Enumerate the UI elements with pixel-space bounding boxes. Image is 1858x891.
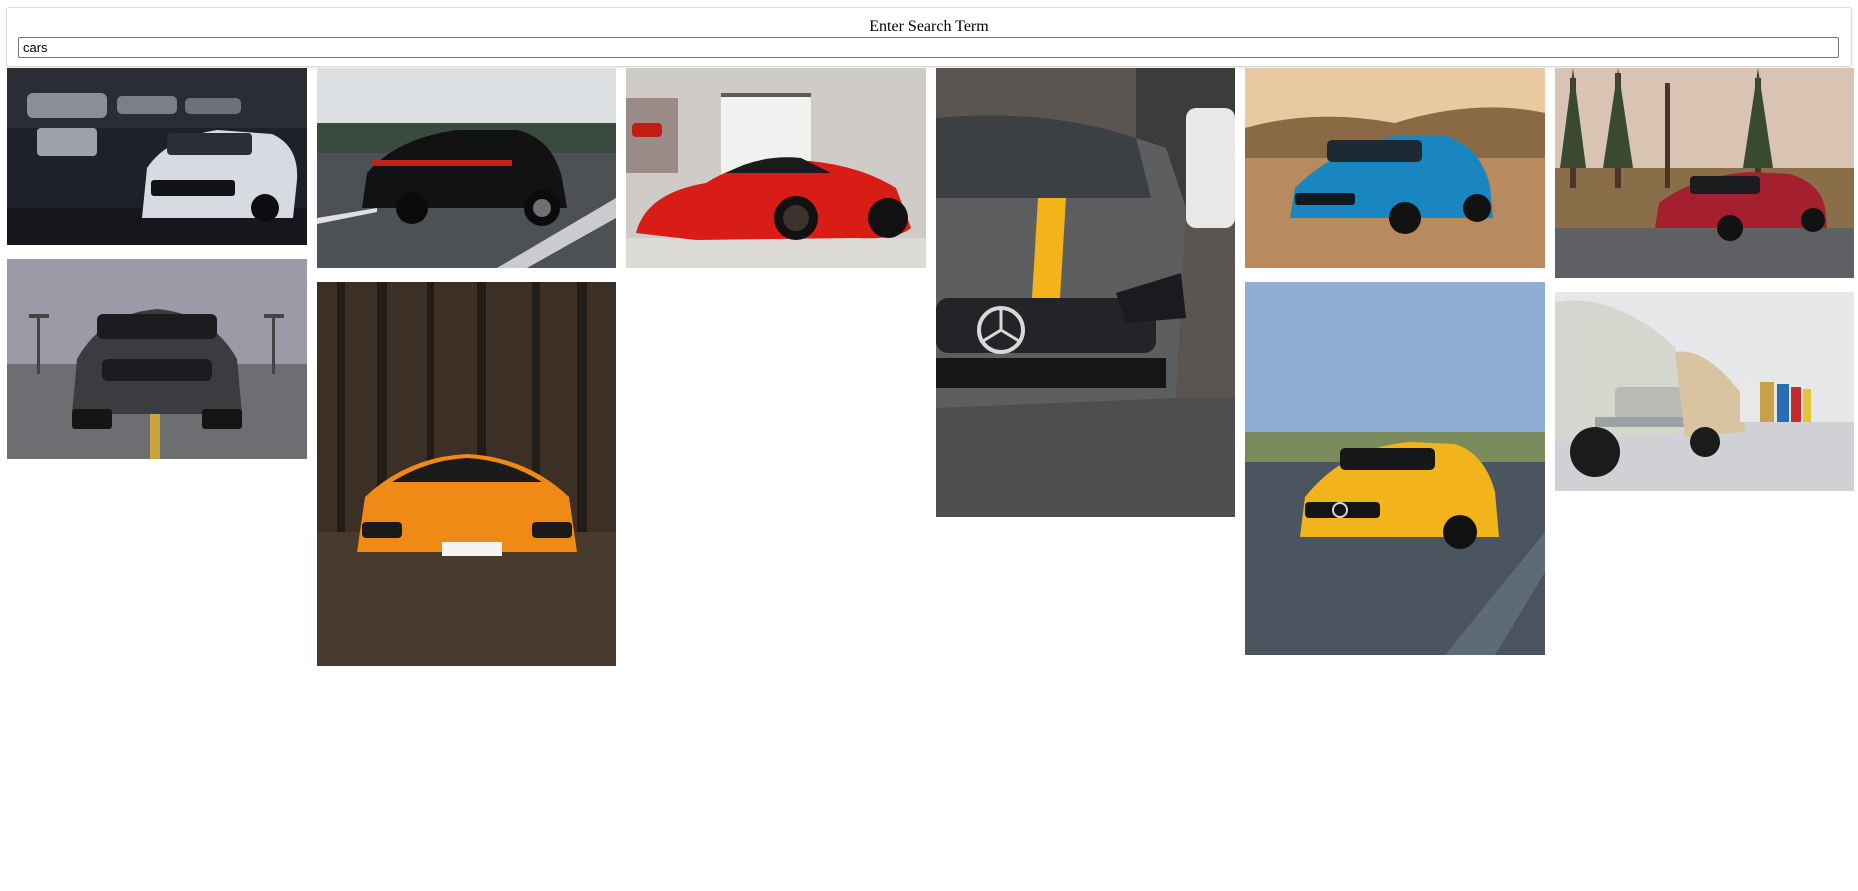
car-image — [1245, 68, 1545, 268]
gallery-image[interactable] — [317, 282, 616, 666]
car-image — [7, 259, 307, 459]
gallery-image[interactable] — [1245, 282, 1545, 655]
gallery-image[interactable] — [317, 68, 616, 268]
search-input[interactable] — [18, 37, 1839, 58]
gallery-image[interactable] — [936, 68, 1235, 517]
gallery-image[interactable] — [1555, 68, 1854, 278]
gallery-image[interactable] — [7, 259, 307, 459]
car-image — [1555, 292, 1854, 491]
car-image — [1245, 282, 1545, 655]
gallery-image[interactable] — [626, 68, 926, 268]
search-label: Enter Search Term — [869, 18, 989, 35]
car-image — [7, 68, 307, 245]
gallery-image[interactable] — [7, 68, 307, 245]
gallery-image[interactable] — [1555, 292, 1854, 491]
car-image — [317, 68, 616, 268]
car-image — [626, 68, 926, 268]
car-image — [317, 282, 616, 666]
car-image — [1555, 68, 1854, 278]
search-panel: Enter Search Term — [6, 7, 1852, 67]
gallery-image[interactable] — [1245, 68, 1545, 268]
car-image — [936, 68, 1235, 517]
